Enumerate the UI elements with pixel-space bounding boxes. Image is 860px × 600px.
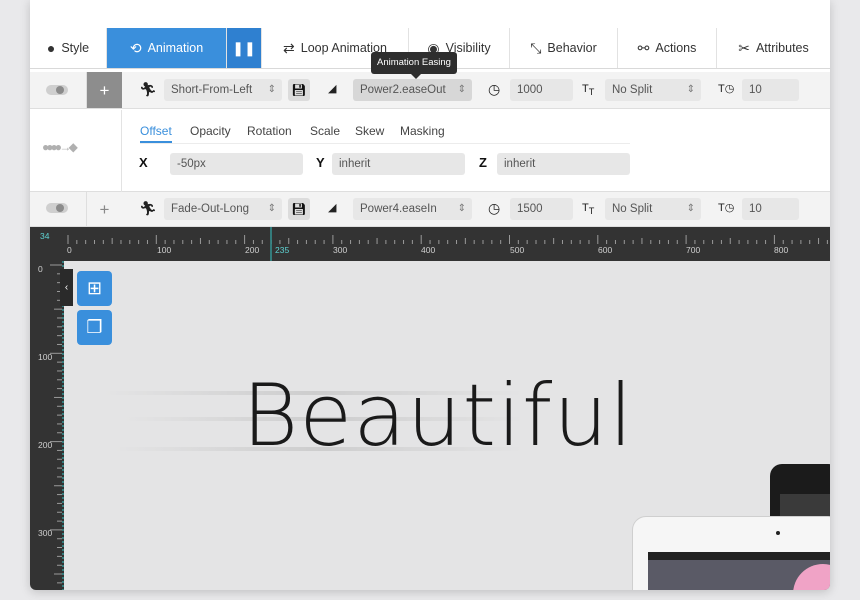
easing-tooltip: Animation Easing [371,52,457,79]
save-preset-button[interactable]: 💾︎ [288,198,310,220]
ruler-tick-label: 300 [333,245,348,255]
offset-x-input[interactable]: -50px [170,153,303,175]
vruler-tick-label: 0 [38,264,43,274]
subtab-rotation[interactable]: Rotation [247,124,292,138]
vruler-tick-label: 100 [38,352,53,362]
subtab-offset[interactable]: Offset [140,124,172,143]
y-axis-label: Y [316,155,325,170]
subtab-scale[interactable]: Scale [310,124,340,138]
clock-icon: ◷ [488,200,501,216]
subtab-skew[interactable]: Skew [355,124,384,138]
x-axis-label: X [139,155,148,170]
tools-icon: ✂ [738,39,750,56]
split-delay-icon: T◷ [718,202,735,214]
ruler-marker-label: 34 [40,231,50,241]
horizontal-ruler[interactable]: 34 235 0 100 200 300 400 500 600 700 800 [30,227,830,261]
editor-window: ● Style ⟲ Animation ❚❚ ⇄ Loop Animation … [30,0,830,590]
pause-animation-button[interactable]: ❚❚ [227,28,262,68]
ruler-tick-label: 700 [686,245,701,255]
duration-input[interactable]: 1000 [510,79,573,101]
text-split-icon: TT [582,202,595,217]
duplicate-layer-button[interactable]: ❐ [77,310,112,345]
z-axis-label: Z [479,155,487,170]
easing-icon: ◢ [328,202,337,214]
tablet-mockup [632,516,830,590]
tablet-pink-shape [793,564,830,590]
tab-label: Animation [147,41,204,55]
vertical-ruler[interactable]: 0 100 200 300 [30,261,64,590]
animation-preset-select[interactable]: Fade-Out-Long [164,198,282,220]
animation-out-toggle[interactable] [46,203,68,213]
animation-in-row: + 🏃︎ Short-From-Left 💾︎ ◢ Power2.easeOut… [30,72,830,109]
easing-select[interactable]: Power4.easeIn [353,198,472,220]
link-icon: ⚯ [637,39,650,56]
tab-label: Actions [655,41,697,55]
split-select[interactable]: No Split [605,198,701,220]
subtab-opacity[interactable]: Opacity [190,124,231,138]
split-select[interactable]: No Split [605,79,701,101]
ruler-tick-label: 100 [157,245,172,255]
add-layer-button[interactable]: ⊞ [77,271,112,306]
ruler-tick-label: 400 [421,245,436,255]
row-lead [30,72,87,108]
ruler-tick-label: 0 [67,245,72,255]
animation-in-toggle[interactable] [46,85,68,95]
subtab-masking[interactable]: Masking [400,124,445,138]
slide-canvas[interactable]: Beautiful [64,261,830,590]
clock-icon: ◷ [488,81,501,97]
loop-icon: ⇄ [283,39,295,56]
tablet-screen [648,552,830,590]
save-preset-button[interactable]: 💾︎ [288,79,310,101]
transform-preview: ●●●● → ◆ [30,110,122,192]
ruler-tick-label: 200 [245,245,260,255]
easing-icon: ◢ [328,83,337,95]
row-lead [30,192,87,226]
animation-out-row: + 🏃︎ Fade-Out-Long 💾︎ ◢ Power4.easeIn ◷ … [30,192,830,227]
duplicate-icon: ❐ [86,317,103,337]
fade-dots-icon: ●●●● → ◆ [42,140,78,154]
tab-behavior[interactable]: ⤡ Behavior [510,28,618,68]
split-delay-input[interactable]: 10 [742,79,799,101]
split-delay-input[interactable]: 10 [742,198,799,220]
ruler-tick-label: 600 [598,245,613,255]
tablet-camera [776,531,780,535]
pause-icon: ❚❚ [232,39,256,56]
tablet-statusbar [648,552,830,560]
add-animation-button[interactable]: + [87,72,122,108]
text-split-icon: TT [582,83,595,98]
vruler-ticks [50,261,64,590]
offset-z-input[interactable]: inherit [497,153,630,175]
collapse-panel-button[interactable]: ‹ [60,269,73,306]
add-animation-button[interactable]: + [87,192,122,226]
duration-input[interactable]: 1500 [510,198,573,220]
transform-subtabs: Offset Opacity Rotation Scale Skew Maski… [140,124,630,144]
tab-label: Style [61,41,90,55]
split-delay-icon: T◷ [718,83,735,95]
tab-label: Behavior [547,41,597,55]
tab-label: Attributes [755,41,809,55]
animation-preset-select[interactable]: Short-From-Left [164,79,282,101]
headline-text-layer[interactable]: Beautiful [242,366,634,466]
behavior-icon: ⤡ [530,39,542,56]
ruler-cursor-label: 235 [275,245,290,255]
ruler-ticks [67,227,828,261]
transform-panel: ●●●● → ◆ Offset Opacity Rotation Scale S… [30,110,830,192]
ruler-tick-label: 800 [774,245,789,255]
drop-icon: ● [46,40,56,56]
running-man-icon: 🏃︎ [139,200,157,216]
easing-select[interactable]: Power2.easeOut [353,79,472,101]
offset-y-input[interactable]: inherit [332,153,465,175]
ruler-tick-label: 500 [510,245,525,255]
tab-actions[interactable]: ⚯ Actions [618,28,717,68]
vruler-tick-label: 300 [38,528,53,538]
tab-attributes[interactable]: ✂ Attributes [717,28,830,68]
running-man-icon: 🏃︎ [139,81,157,97]
vruler-tick-label: 200 [38,440,53,450]
tab-style[interactable]: ● Style [30,28,107,68]
tab-animation[interactable]: ⟲ Animation [107,28,227,68]
add-layer-icon: ⊞ [86,278,103,298]
history-icon: ⟲ [129,39,142,56]
